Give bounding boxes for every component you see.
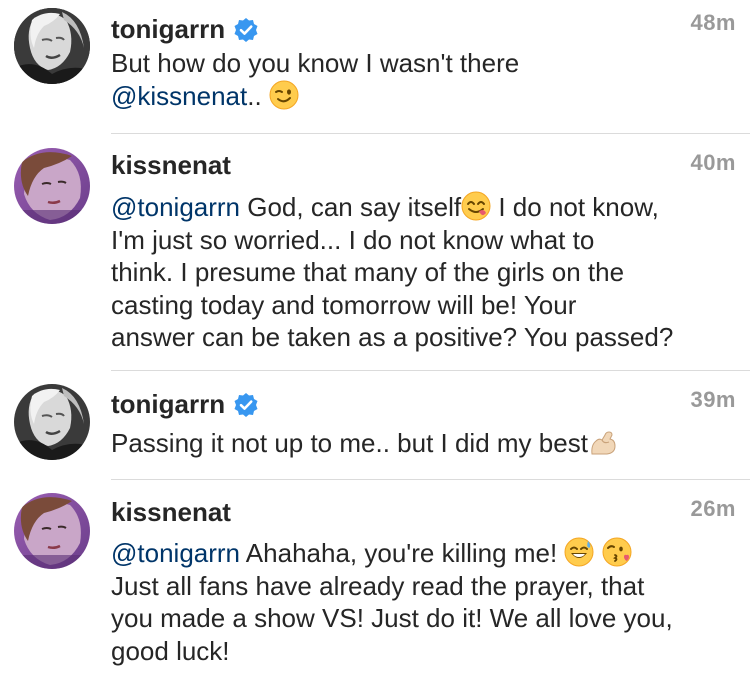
username-text[interactable]: tonigarrn: [111, 14, 225, 45]
face-throwing-kiss-icon: [602, 537, 632, 567]
comment-text: @tonigarrn Ahahaha, you're killing me! J…: [111, 537, 736, 667]
comment-text-fragment: God, can say itself: [240, 192, 462, 222]
comment-line: I'm just so worried... I do not know wha…: [111, 224, 595, 255]
comment-line: good luck!: [111, 635, 230, 666]
comment-line: @tonigarrn Ahahaha, you're killing me!: [111, 537, 736, 570]
mention-link[interactable]: @kissnenat: [111, 81, 247, 111]
comment-line: answer can be taken as a positive? You p…: [111, 322, 674, 352]
username[interactable]: tonigarrn: [111, 389, 259, 420]
comment-text-fragment: Passing it not up to me.. but I did my b…: [111, 428, 588, 458]
mention-link[interactable]: @tonigarrn: [111, 192, 240, 222]
username-text[interactable]: kissnenat: [111, 150, 231, 181]
comment-text: @tonigarrn God, can say itself I do not …: [111, 191, 736, 354]
username-text[interactable]: tonigarrn: [111, 389, 225, 420]
comment-text-fragment: ..: [247, 80, 262, 111]
comment-text-fragment: I do not know,: [491, 192, 659, 222]
comment-text: Passing it not up to me.. but I did my b…: [111, 427, 736, 460]
comment-timestamp: 39m: [690, 387, 736, 412]
comment-line: you made a show VS! Just do it! We all l…: [111, 603, 673, 633]
winking-face-icon: [269, 80, 299, 110]
comment-line: think. I presume that many of the girls …: [111, 257, 625, 287]
comment-line: Passing it not up to me.. but I did my b…: [111, 427, 736, 460]
username-text[interactable]: kissnenat: [111, 497, 231, 528]
username[interactable]: kissnenat: [111, 150, 231, 181]
username[interactable]: kissnenat: [111, 497, 231, 528]
avatar[interactable]: [14, 148, 90, 224]
verified-badge-icon: [233, 392, 259, 418]
comment-item: kissnenat 40m @tonigarrn God, can say it…: [0, 134, 750, 370]
grinning-face-with-sweat-icon: [564, 537, 594, 567]
avatar[interactable]: [14, 384, 90, 460]
profile-photo-kissnenat: [14, 148, 90, 224]
comment-line: Just all fans have already read the pray…: [111, 570, 645, 601]
profile-photo-kissnenat: [14, 493, 90, 569]
username[interactable]: tonigarrn: [111, 14, 259, 45]
comment-line: @kissnenat..: [111, 80, 736, 113]
flexed-biceps-icon: [588, 427, 618, 457]
verified-badge-icon: [233, 17, 259, 43]
avatar[interactable]: [14, 493, 90, 569]
mention-link[interactable]: @tonigarrn: [111, 538, 240, 568]
comment-line: casting today and tomorrow will be! Your: [111, 289, 577, 320]
comment-timestamp: 40m: [690, 150, 736, 175]
profile-photo-tonigarrn: [14, 384, 90, 460]
comment-item: tonigarrn 48m But how do you know I wasn…: [0, 0, 750, 134]
face-savoring-food-icon: [461, 191, 491, 221]
avatar[interactable]: [14, 8, 90, 84]
comment-item: kissnenat 26m @tonigarrn Ahahaha, you're…: [0, 480, 750, 678]
comment-text-fragment: Ahahaha, you're killing me!: [240, 538, 558, 568]
profile-photo-tonigarrn: [14, 8, 90, 84]
comment-line: But how do you know I wasn't there: [111, 48, 520, 78]
comment-line: @tonigarrn God, can say itself I do not …: [111, 191, 736, 224]
comment-item: tonigarrn 39m Passing it not up to me.. …: [0, 371, 750, 479]
comment-text: But how do you know I wasn't there @kiss…: [111, 47, 736, 112]
comment-timestamp: 26m: [690, 496, 736, 521]
comment-timestamp: 48m: [690, 10, 736, 35]
